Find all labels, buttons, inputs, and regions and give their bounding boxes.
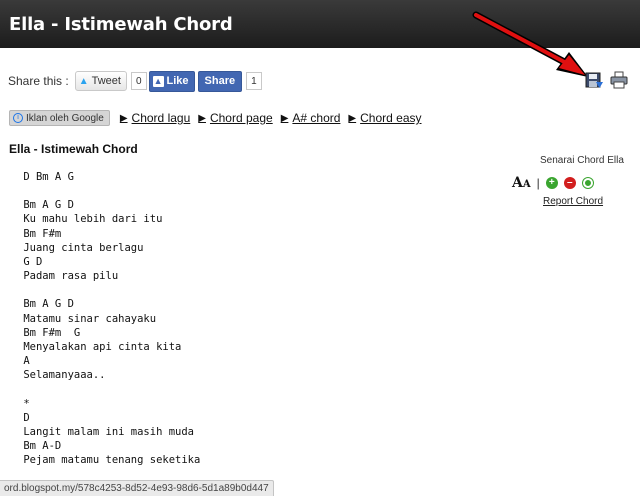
report-chord-link[interactable]: Report Chord [543,196,603,207]
link-unit: i Iklan oleh Google ▶ Chord lagu ▶ Chord… [9,110,430,126]
font-size-icon[interactable]: AA [512,175,531,191]
status-bar-url: ord.blogspot.my/578c4253-8d52-4e93-98d6-… [0,480,274,496]
ad-link-chord-easy[interactable]: ▶ Chord easy [348,111,421,125]
like-label: Like [166,75,189,87]
chord-lyrics: D Bm A G Bm A G D Ku mahu lebih dari itu… [23,171,201,467]
share-count: 1 [246,72,262,90]
play-triangle-icon: ▶ [119,112,128,124]
play-triangle-icon: ▶ [280,112,289,124]
song-title: Ella - Istimewah Chord [9,142,138,156]
ad-link-label: Chord easy [360,111,422,125]
ads-by-google-badge[interactable]: i Iklan oleh Google [9,110,110,126]
ad-link-label: Chord page [209,111,273,125]
share-label: Share this : [8,74,69,88]
tweet-count: 0 [130,72,147,90]
tweet-label: Tweet [91,75,121,87]
play-triangle-icon: ▶ [348,112,357,124]
info-icon: i [13,113,23,123]
ad-link-a-sharp-chord[interactable]: ▶ A# chord [281,111,341,125]
font-glyph: A [512,175,523,191]
plus-icon[interactable]: + [545,177,558,189]
facebook-like-button[interactable]: ▲ Like [148,70,195,92]
twitter-bird-icon: ▲ [78,75,89,87]
save-icon[interactable] [585,72,603,89]
ads-label: Iklan oleh Google [26,112,104,124]
ad-link-label: Chord lagu [131,111,191,125]
play-triangle-icon: ▶ [198,112,206,124]
minus-icon[interactable]: – [563,177,576,189]
divider: | [536,176,540,190]
share-bar: Share this : ▲ Tweet 0 ▲ Like Share 1 [8,70,262,92]
print-icon[interactable] [610,71,628,89]
annotation-arrow-icon [472,11,588,77]
ad-link-chord-page[interactable]: ▶ Chord page [198,111,272,125]
ad-link-chord-lagu[interactable]: ▶ Chord lagu [120,111,190,125]
tweet-button[interactable]: ▲ Tweet [74,71,127,91]
thumbs-up-icon: ▲ [152,75,164,87]
reset-icon[interactable] [581,177,594,189]
ad-link-label: A# chord [292,111,341,125]
page-title: Ella - Istimewah Chord [9,14,233,35]
chord-list-link[interactable]: Senarai Chord Ella [540,155,624,166]
facebook-share-button[interactable]: Share [197,70,243,92]
chord-tools: AA | + – [512,175,600,191]
